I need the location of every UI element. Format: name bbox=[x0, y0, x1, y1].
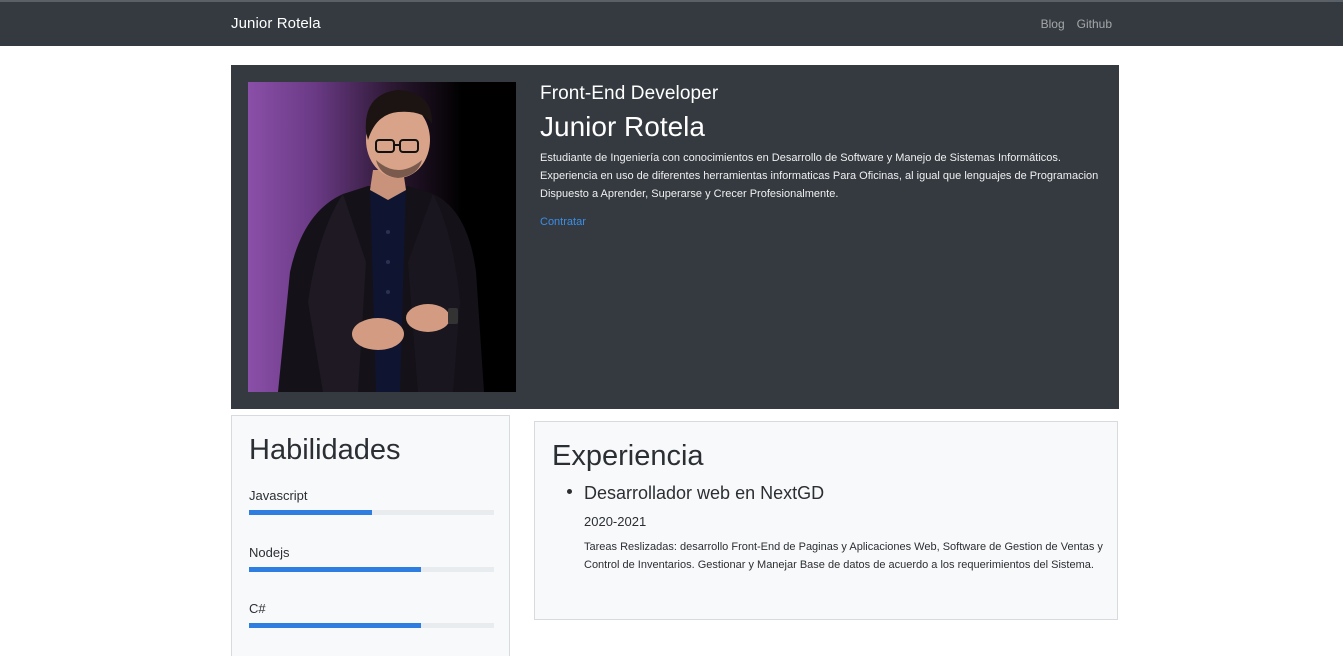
skills-title: Habilidades bbox=[249, 434, 401, 466]
nav-link-blog[interactable]: Blog bbox=[1041, 17, 1065, 31]
list-bullet bbox=[567, 489, 572, 494]
skill-progress-bar bbox=[249, 510, 494, 515]
nav-link-github[interactable]: Github bbox=[1077, 17, 1112, 31]
skills-card: Habilidades Javascript Nodejs C# bbox=[231, 415, 510, 656]
navbar-links: Blog Github bbox=[1041, 17, 1112, 31]
skill-progress-fill bbox=[249, 623, 421, 628]
skill-label: Javascript bbox=[249, 488, 308, 503]
hero-section: Front-End Developer Junior Rotela Estudi… bbox=[231, 65, 1119, 409]
skill-item: Nodejs bbox=[249, 545, 494, 572]
navbar-brand[interactable]: Junior Rotela bbox=[231, 15, 321, 32]
skill-progress-bar bbox=[249, 623, 494, 628]
profile-photo bbox=[248, 82, 516, 392]
hero-bio: Estudiante de Ingeniería con conocimient… bbox=[540, 152, 1099, 200]
hire-link[interactable]: Contratar bbox=[540, 216, 586, 228]
job-dates: 2020-2021 bbox=[584, 514, 647, 529]
experience-title: Experiencia bbox=[552, 440, 704, 472]
navbar: Junior Rotela Blog Github bbox=[0, 0, 1343, 46]
hero-role: Front-End Developer bbox=[540, 83, 719, 104]
hero-name: Junior Rotela bbox=[540, 111, 705, 142]
skill-progress-fill bbox=[249, 567, 421, 572]
hero-text: Front-End Developer Junior Rotela Estudi… bbox=[540, 83, 1100, 230]
skill-label: Nodejs bbox=[249, 545, 290, 560]
skill-label: C# bbox=[249, 601, 266, 616]
job-title: Desarrollador web en NextGD bbox=[584, 483, 825, 503]
skill-progress-fill bbox=[249, 510, 372, 515]
experience-card: Experiencia Desarrollador web en NextGD … bbox=[534, 421, 1118, 620]
skill-item: Javascript bbox=[249, 488, 494, 515]
skill-progress-bar bbox=[249, 567, 494, 572]
skill-item: C# bbox=[249, 601, 494, 628]
job-description: Tareas Reslizadas: desarrollo Front-End … bbox=[584, 541, 1103, 571]
profile-photo-illustration bbox=[278, 90, 484, 392]
